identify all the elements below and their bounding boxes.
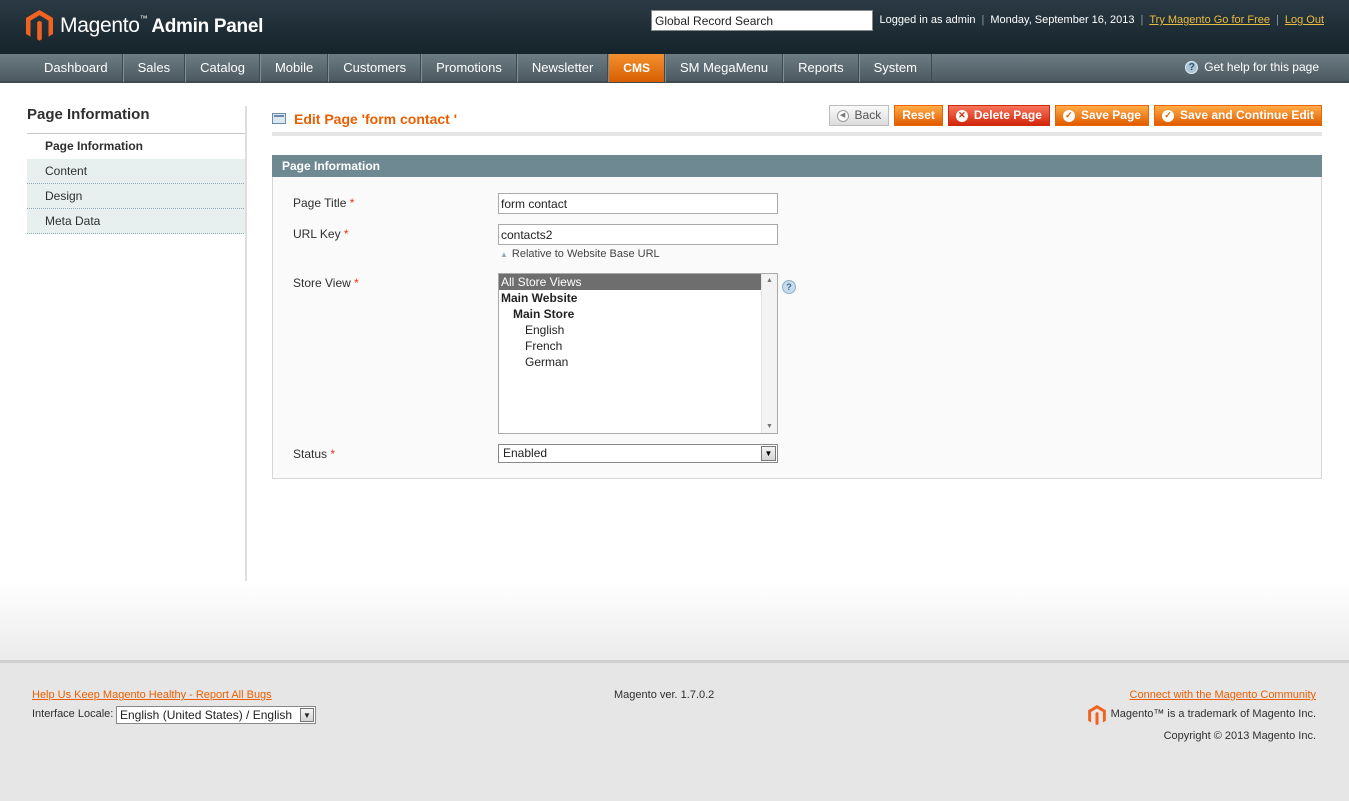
page-sidebar: Page Information Page Information Conten…	[27, 106, 246, 234]
help-link[interactable]: ? Get help for this page	[1185, 60, 1319, 74]
global-record-search-input[interactable]	[651, 10, 873, 31]
required-mark: *	[354, 276, 359, 290]
interface-locale-select[interactable]: English (United States) / English ▼	[116, 706, 316, 724]
help-icon: ?	[1185, 60, 1199, 74]
report-bugs-link[interactable]: Help Us Keep Magento Healthy - Report Al…	[32, 689, 272, 701]
scroll-down-icon[interactable]: ▼	[766, 423, 773, 430]
url-key-label: URL Key *	[293, 227, 349, 241]
reset-button[interactable]: Reset	[894, 105, 943, 126]
nav-sm-megamenu[interactable]: SM MegaMenu	[664, 54, 784, 82]
status-select[interactable]: Enabled ▼	[498, 444, 778, 463]
nav-newsletter[interactable]: Newsletter	[516, 54, 609, 82]
brand-name: Magento	[60, 14, 140, 37]
header-user-bar: Logged in as admin | Monday, September 1…	[879, 14, 1325, 26]
chevron-down-icon: ▼	[300, 708, 314, 722]
save-and-continue-button[interactable]: ✓ Save and Continue Edit	[1153, 105, 1322, 126]
back-arrow-icon: ◀	[836, 109, 849, 122]
footer-gradient	[0, 582, 1349, 660]
fieldset-header: Page Information	[272, 155, 1322, 177]
nav-sales[interactable]: Sales	[122, 54, 186, 82]
tab-content[interactable]: Content	[27, 159, 246, 184]
tab-page-information[interactable]: Page Information	[27, 134, 246, 159]
magento-footer-logo-icon	[1088, 705, 1106, 726]
tab-meta-data[interactable]: Meta Data	[27, 209, 246, 234]
store-option-english[interactable]: English	[499, 322, 762, 338]
chevron-down-icon: ▼	[761, 446, 776, 461]
footer	[0, 660, 1349, 801]
url-key-note: ▲ Relative to Website Base URL	[500, 248, 660, 260]
brand-subtitle: Admin Panel	[151, 16, 264, 37]
nav-dashboard[interactable]: Dashboard	[30, 54, 123, 82]
page-title-input[interactable]	[498, 193, 778, 214]
store-option-german[interactable]: German	[499, 354, 762, 370]
store-view-scrollbar[interactable]: ▲ ▼	[761, 274, 777, 433]
cms-page-icon	[272, 113, 286, 124]
page-title: Edit Page 'form contact '	[294, 111, 458, 127]
required-mark: *	[343, 227, 349, 241]
note-arrow-icon: ▲	[500, 250, 508, 259]
content-header: Edit Page 'form contact ' ◀ Back Reset ✕…	[272, 105, 1322, 136]
magento-logo-icon	[26, 10, 53, 41]
nav-reports[interactable]: Reports	[783, 54, 859, 82]
fieldset-body	[272, 177, 1322, 479]
tab-design[interactable]: Design	[27, 184, 246, 209]
nav-catalog[interactable]: Catalog	[185, 54, 260, 82]
url-key-input[interactable]	[498, 224, 778, 245]
store-option-french[interactable]: French	[499, 338, 762, 354]
status-label: Status *	[293, 447, 336, 461]
nav-cms[interactable]: CMS	[608, 54, 665, 82]
copyright-text: Copyright © 2013 Magento Inc.	[1163, 730, 1316, 742]
save-continue-check-icon: ✓	[1161, 109, 1174, 122]
sidebar-divider	[245, 106, 247, 581]
store-option-main-website[interactable]: Main Website	[499, 290, 762, 306]
store-option-all[interactable]: All Store Views	[499, 274, 762, 290]
scroll-up-icon[interactable]: ▲	[766, 277, 773, 284]
magento-logo[interactable]: Magento™ Admin Panel	[26, 10, 263, 42]
nav-mobile[interactable]: Mobile	[259, 54, 329, 82]
save-page-button[interactable]: ✓ Save Page	[1054, 105, 1149, 126]
delete-page-button[interactable]: ✕ Delete Page	[947, 105, 1050, 126]
nav-customers[interactable]: Customers	[328, 54, 422, 82]
store-view-label: Store View *	[293, 276, 359, 290]
back-button[interactable]: ◀ Back	[828, 105, 890, 126]
action-buttons: ◀ Back Reset ✕ Delete Page ✓ Save Page ✓…	[824, 105, 1322, 126]
admin-header: Magento™Admin Panel Logged in as admin |…	[0, 0, 1349, 54]
trademark-text: Magento™ is a trademark of Magento Inc.	[1110, 708, 1316, 720]
store-view-multiselect[interactable]: All Store Views Main Website Main Store …	[498, 273, 778, 434]
logged-in-text: Logged in as admin	[879, 14, 976, 26]
try-magento-go-link[interactable]: Try Magento Go for Free	[1149, 14, 1270, 26]
logout-link[interactable]: Log Out	[1285, 14, 1324, 26]
required-mark: *	[349, 196, 355, 210]
store-option-main-store[interactable]: Main Store	[499, 306, 762, 322]
current-date: Monday, September 16, 2013	[990, 14, 1135, 26]
nav-promotions[interactable]: Promotions	[421, 54, 517, 82]
magento-version: Magento ver. 1.7.0.2	[614, 689, 715, 701]
sidebar-title: Page Information	[27, 106, 246, 134]
store-view-help-icon[interactable]: ?	[782, 280, 796, 294]
page-title-label: Page Title *	[293, 196, 355, 210]
delete-icon: ✕	[955, 109, 968, 122]
interface-locale-label: Interface Locale:	[32, 708, 114, 720]
nav-system[interactable]: System	[858, 54, 932, 82]
community-link[interactable]: Connect with the Magento Community	[1130, 689, 1316, 701]
required-mark: *	[330, 447, 336, 461]
main-nav: Dashboard Sales Catalog Mobile Customers…	[0, 54, 1349, 83]
help-link-label: Get help for this page	[1204, 60, 1319, 74]
save-check-icon: ✓	[1062, 109, 1075, 122]
